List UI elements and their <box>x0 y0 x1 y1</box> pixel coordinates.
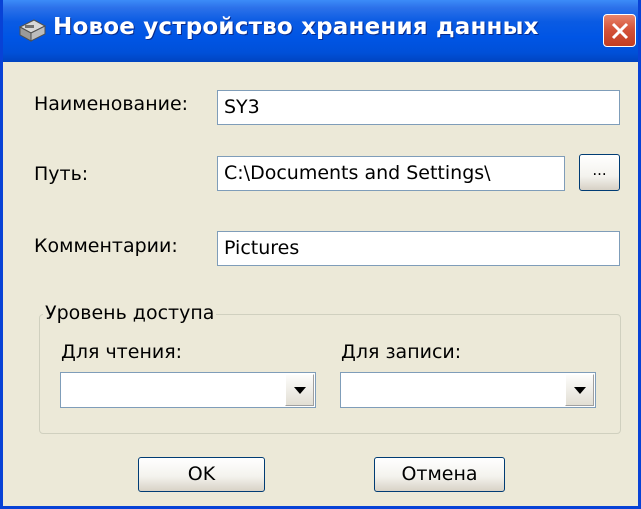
write-access-select[interactable] <box>340 372 596 408</box>
access-level-legend: Уровень доступа <box>43 302 217 324</box>
cancel-button[interactable]: Отмена <box>374 457 505 492</box>
comment-label: Комментарии: <box>34 235 178 257</box>
path-label: Путь: <box>34 163 89 185</box>
storage-device-icon <box>17 16 47 46</box>
read-access-dropdown-button[interactable] <box>285 374 314 406</box>
write-access-label: Для записи: <box>341 341 462 363</box>
title-bar[interactable]: Новое устройство хранения данных <box>3 0 638 62</box>
dialog-window: Новое устройство хранения данных Наимено… <box>0 0 641 509</box>
chevron-down-icon <box>294 387 306 394</box>
write-access-dropdown-button[interactable] <box>565 374 594 406</box>
browse-button[interactable]: ... <box>579 154 620 191</box>
chevron-down-icon <box>574 387 586 394</box>
name-field[interactable]: SY3 <box>217 90 620 125</box>
ok-button[interactable]: OK <box>138 457 265 492</box>
path-field[interactable]: C:\Documents and Settings\ <box>217 156 565 191</box>
close-button[interactable] <box>603 14 636 47</box>
read-access-select[interactable] <box>60 372 316 408</box>
comment-field[interactable]: Pictures <box>217 231 620 266</box>
read-access-label: Для чтения: <box>61 341 183 363</box>
name-label: Наименование: <box>34 93 189 115</box>
window-title: Новое устройство хранения данных <box>53 14 539 40</box>
close-icon <box>611 22 629 40</box>
